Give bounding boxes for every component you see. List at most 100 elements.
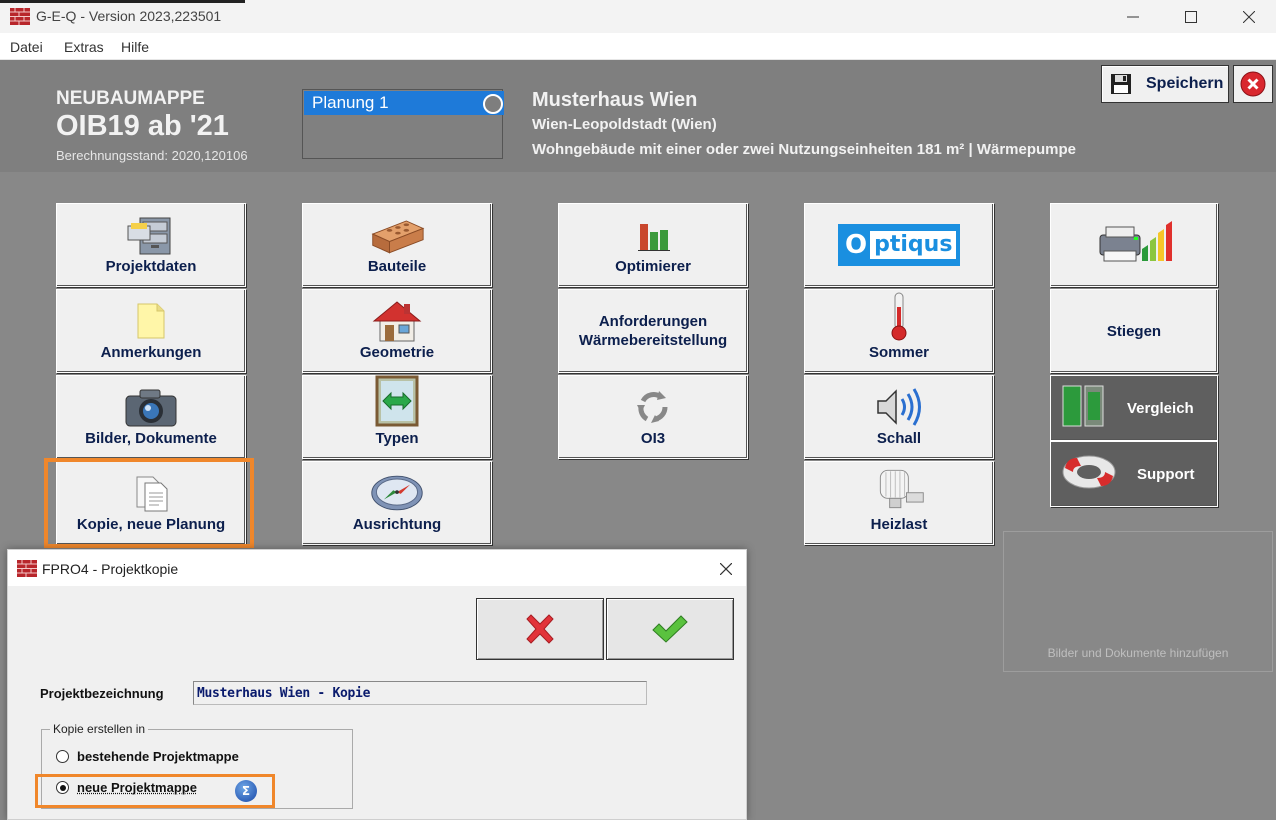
project-type: Wohngebäude mit einer oder zwei Nutzungs… [532,141,1076,158]
speaker-icon [871,387,927,427]
tile-label: Schall [877,429,921,448]
close-icon [1243,11,1255,23]
tile-label: OI3 [641,429,665,448]
tile-geometrie[interactable]: Geometrie [302,289,492,373]
window-titlebar: G-E-Q - Version 2023,223501 [0,0,1276,33]
tile-label: Heizlast [871,515,928,534]
red-x-icon [523,613,557,645]
planung-list[interactable]: Planung 1 [302,89,503,159]
tile-label: Vergleich [1127,399,1194,418]
tile-drucken-energieausweis[interactable] [1050,203,1218,287]
minimize-icon [1127,11,1139,23]
titlebar-topline [0,0,245,3]
recycle-icon [625,387,681,427]
maximize-button[interactable] [1162,0,1220,33]
close-circle-icon [1240,71,1266,97]
planung-radio[interactable] [483,94,503,114]
tile-anforderungen[interactable]: Anforderungen Wärmebereitstellung [558,289,748,373]
tile-vergleich[interactable]: Vergleich [1050,375,1218,441]
app-brick-icon [17,560,37,577]
project-name: Musterhaus Wien [532,89,697,112]
cancel-button[interactable] [476,598,604,660]
tile-label: Typen [375,429,418,448]
tile-support[interactable]: Support [1050,441,1218,507]
optiqus-logo-text: ptiqus [870,231,956,259]
optiqus-logo: O ptiqus [838,224,960,266]
projektkopie-dialog: FPRO4 - Projektkopie Projektbezeichnung … [7,549,747,820]
projektbezeichnung-label: Projektbezeichnung [40,686,164,701]
highlight-kopie-frame [44,458,254,548]
tile-ausrichtung[interactable]: Ausrichtung [302,461,492,545]
tile-typen[interactable]: Typen [302,375,492,459]
tile-sommer[interactable]: Sommer [804,289,994,373]
floppy-disk-icon [1110,73,1132,95]
planung-item[interactable]: Planung 1 [304,91,504,115]
planung-label: Planung 1 [312,93,389,112]
house-icon [369,301,425,341]
radio-bestehende-projektmappe[interactable]: bestehende Projektmappe [56,749,239,764]
kopie-group-label: Kopie erstellen in [50,722,148,736]
menu-bar: Datei Extras Hilfe [0,33,1276,60]
mappe-version: OIB19 ab '21 [56,110,229,143]
tile-bauteile[interactable]: Bauteile [302,203,492,287]
dialog-close-button[interactable] [714,558,738,580]
close-window-button[interactable] [1220,0,1276,33]
project-header: NEUBAUMAPPE OIB19 ab '21 Berechnungsstan… [0,60,1276,172]
window-title: G-E-Q - Version 2023,223501 [36,8,221,24]
tile-label: Geometrie [360,343,434,362]
mappe-type: NEUBAUMAPPE [56,88,205,110]
tile-oi3[interactable]: OI3 [558,375,748,459]
minimize-button[interactable] [1104,0,1162,33]
menu-datei[interactable]: Datei [10,39,43,55]
tile-projektdaten[interactable]: Projektdaten [56,203,246,287]
bilder-drop-area[interactable]: Bilder und Dokumente hinzufügen [1003,531,1273,672]
dialog-titlebar: FPRO4 - Projektkopie [8,550,746,586]
tile-label: Projektdaten [106,257,197,276]
bar-chart-icon [625,215,681,255]
ok-button[interactable] [606,598,734,660]
tile-label: Bilder, Dokumente [85,429,217,448]
tile-optimierer[interactable]: Optimierer [558,203,748,287]
tile-schall[interactable]: Schall [804,375,994,459]
compare-icon [1061,382,1107,434]
radiator-valve-icon [871,465,927,513]
file-cabinet-icon [123,215,179,255]
tile-label: Optimierer [615,257,691,276]
tile-label: Ausrichtung [353,515,441,534]
printer-energy-icon [1094,221,1174,269]
note-icon [123,301,179,341]
dialog-title: FPRO4 - Projektkopie [42,561,178,577]
optiqus-logo-o: O [845,230,867,260]
tile-optiqus[interactable]: O ptiqus [804,203,994,287]
thermometer-icon [871,291,927,341]
highlight-neu-frame [35,774,275,808]
tile-label: Stiegen [1107,322,1161,341]
tile-anmerkungen[interactable]: Anmerkungen [56,289,246,373]
tile-label-line2: Wärmebereitstellung [579,331,727,350]
tile-stiegen[interactable]: Stiegen [1050,289,1218,373]
tile-label-line1: Anforderungen [599,312,707,331]
save-label: Speichern [1146,75,1223,93]
tile-label: Support [1137,465,1195,484]
camera-icon [123,387,179,427]
menu-extras[interactable]: Extras [64,39,104,55]
projektbezeichnung-input[interactable] [193,681,647,705]
close-project-button[interactable] [1233,65,1273,103]
tile-label: Bauteile [368,257,426,276]
tile-label: Anmerkungen [101,343,202,362]
window-arrows-icon [369,375,425,427]
app-brick-icon [10,8,30,25]
radio-circle[interactable] [56,750,69,763]
tile-heizlast[interactable]: Heizlast [804,461,994,545]
berechnungsstand: Berechnungsstand: 2020,120106 [56,148,248,163]
lifebuoy-icon [1061,452,1117,496]
compass-icon [369,473,425,513]
project-location: Wien-Leopoldstadt (Wien) [532,116,717,133]
tile-bilder-dokumente[interactable]: Bilder, Dokumente [56,375,246,459]
maximize-icon [1185,11,1197,23]
menu-hilfe[interactable]: Hilfe [121,39,149,55]
drop-area-text: Bilder und Dokumente hinzufügen [1004,646,1272,660]
green-check-icon [651,614,689,644]
save-button[interactable]: Speichern [1101,65,1229,103]
brick-icon [369,215,425,255]
